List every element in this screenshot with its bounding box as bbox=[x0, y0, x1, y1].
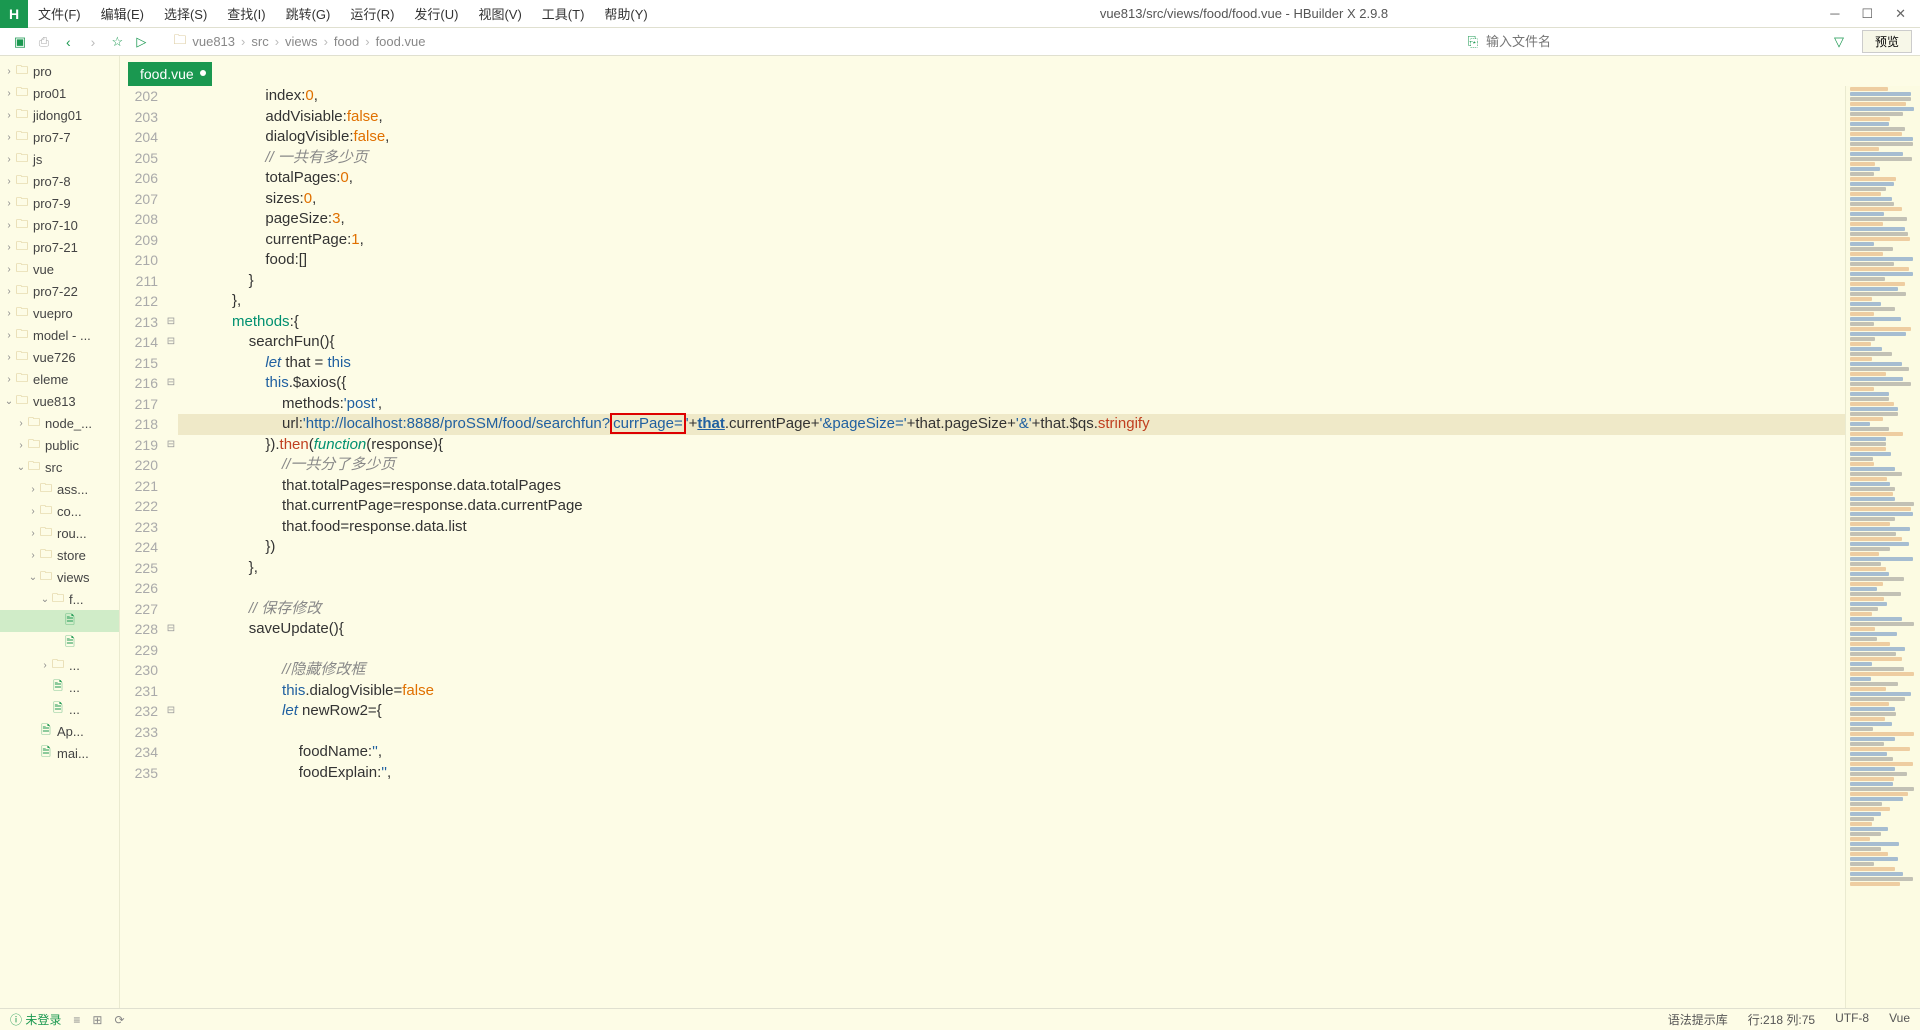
tree-item[interactable]: ›🗀pro01 bbox=[0, 82, 119, 104]
menu-publish[interactable]: 发行(U) bbox=[404, 4, 468, 23]
menu-select[interactable]: 选择(S) bbox=[154, 4, 217, 23]
statusbar: ⓘ 未登录 ≡ ⊞ ⟳ 语法提示库 行:218 列:75 UTF-8 Vue bbox=[0, 1008, 1920, 1030]
statusbar-icon-2[interactable]: ⊞ bbox=[92, 1013, 102, 1027]
project-sidebar[interactable]: ›🗀pro›🗀pro01›🗀jidong01›🗀pro7-7›🗀js›🗀pro7… bbox=[0, 56, 120, 1008]
tab-food-vue[interactable]: food.vue bbox=[128, 62, 212, 86]
language-mode[interactable]: Vue bbox=[1889, 1011, 1910, 1028]
close-icon[interactable]: ✕ bbox=[1895, 6, 1906, 22]
window-title: vue813/src/views/food/food.vue - HBuilde… bbox=[658, 6, 1830, 21]
tree-item[interactable]: 🗎... bbox=[0, 676, 119, 698]
breadcrumb-segment[interactable]: src bbox=[251, 34, 268, 49]
menu-edit[interactable]: 编辑(E) bbox=[91, 4, 154, 23]
file-search-input[interactable] bbox=[1486, 34, 1826, 49]
tree-item[interactable]: 🗎... bbox=[0, 698, 119, 720]
breadcrumb-segment[interactable]: food bbox=[334, 34, 359, 49]
tree-item[interactable]: ›🗀js bbox=[0, 148, 119, 170]
tree-item[interactable]: ⌄🗀vue813 bbox=[0, 390, 119, 412]
tree-item[interactable]: ›🗀model - ... bbox=[0, 324, 119, 346]
tree-item[interactable]: ⌄🗀f... bbox=[0, 588, 119, 610]
breadcrumb-segment[interactable]: food.vue bbox=[376, 34, 426, 49]
tree-item[interactable]: ›🗀pro7-9 bbox=[0, 192, 119, 214]
save-icon[interactable]: ⎙ bbox=[32, 34, 56, 50]
tree-item[interactable]: ⌄🗀src bbox=[0, 456, 119, 478]
line-number-gutter: 2022032042052062072082092102112122132142… bbox=[120, 86, 164, 1008]
menubar: H 文件(F) 编辑(E) 选择(S) 查找(I) 跳转(G) 运行(R) 发行… bbox=[0, 0, 1920, 28]
login-status[interactable]: ⓘ 未登录 bbox=[10, 1011, 61, 1028]
tree-item[interactable]: ›🗀pro7-8 bbox=[0, 170, 119, 192]
tree-item[interactable]: ›🗀pro7-22 bbox=[0, 280, 119, 302]
menu-view[interactable]: 视图(V) bbox=[468, 4, 531, 23]
tab-dirty-indicator bbox=[200, 70, 206, 76]
tree-item[interactable]: 🗎 bbox=[0, 610, 119, 632]
tree-item[interactable]: 🗎 bbox=[0, 632, 119, 654]
tree-item[interactable]: ›🗀pro7-7 bbox=[0, 126, 119, 148]
tree-item[interactable]: ›🗀store bbox=[0, 544, 119, 566]
nav-forward-icon[interactable]: › bbox=[81, 34, 106, 50]
tree-item[interactable]: ›🗀rou... bbox=[0, 522, 119, 544]
syntax-hint-lib[interactable]: 语法提示库 bbox=[1668, 1011, 1728, 1028]
menu-file[interactable]: 文件(F) bbox=[28, 4, 91, 23]
tree-item[interactable]: ›🗀public bbox=[0, 434, 119, 456]
tree-item[interactable]: 🗎mai... bbox=[0, 742, 119, 764]
nav-back-icon[interactable]: ‹ bbox=[56, 34, 81, 50]
fold-gutter[interactable]: ⊟⊟⊟⊟⊟⊟ bbox=[164, 86, 178, 1008]
star-icon[interactable]: ☆ bbox=[105, 34, 129, 50]
minimize-icon[interactable]: ─ bbox=[1830, 6, 1839, 22]
breadcrumb[interactable]: 🗀 vue813 › src › views › food › food.vue bbox=[173, 31, 425, 53]
breadcrumb-segment[interactable]: vue813 bbox=[192, 34, 235, 49]
statusbar-icon-3[interactable]: ⟳ bbox=[114, 1013, 124, 1027]
tree-item[interactable]: ›🗀pro7-10 bbox=[0, 214, 119, 236]
goto-file-icon[interactable]: ⎘ bbox=[1468, 34, 1478, 50]
cursor-position: 行:218 列:75 bbox=[1748, 1011, 1815, 1028]
tree-item[interactable]: ›🗀... bbox=[0, 654, 119, 676]
maximize-icon[interactable]: ☐ bbox=[1861, 6, 1873, 22]
tree-item[interactable]: 🗎Ap... bbox=[0, 720, 119, 742]
run-icon[interactable]: ▷ bbox=[129, 34, 153, 50]
tree-item[interactable]: ›🗀co... bbox=[0, 500, 119, 522]
menu-find[interactable]: 查找(I) bbox=[217, 4, 275, 23]
menu-help[interactable]: 帮助(Y) bbox=[594, 4, 657, 23]
tree-item[interactable]: ›🗀node_... bbox=[0, 412, 119, 434]
menu-run[interactable]: 运行(R) bbox=[340, 4, 404, 23]
app-logo: H bbox=[0, 0, 28, 28]
tree-item[interactable]: ›🗀vue bbox=[0, 258, 119, 280]
new-file-icon[interactable]: ▣ bbox=[8, 34, 32, 50]
breadcrumb-segment[interactable]: views bbox=[285, 34, 318, 49]
tree-item[interactable]: ›🗀ass... bbox=[0, 478, 119, 500]
tree-item[interactable]: ›🗀jidong01 bbox=[0, 104, 119, 126]
tree-item[interactable]: ›🗀pro7-21 bbox=[0, 236, 119, 258]
editor-tabs: food.vue bbox=[120, 56, 1920, 86]
tree-item[interactable]: ⌄🗀views bbox=[0, 566, 119, 588]
preview-button[interactable]: 预览 bbox=[1862, 30, 1912, 53]
toolbar: ▣ ⎙ ‹ › ☆ ▷ 🗀 vue813 › src › views › foo… bbox=[0, 28, 1920, 56]
tree-item[interactable]: ›🗀vue726 bbox=[0, 346, 119, 368]
statusbar-icon-1[interactable]: ≡ bbox=[73, 1013, 80, 1027]
filter-icon[interactable]: ▽ bbox=[1834, 34, 1844, 50]
tree-item[interactable]: ›🗀vuepro bbox=[0, 302, 119, 324]
menu-tool[interactable]: 工具(T) bbox=[532, 4, 595, 23]
tab-label: food.vue bbox=[140, 66, 194, 82]
tree-item[interactable]: ›🗀pro bbox=[0, 60, 119, 82]
minimap[interactable] bbox=[1845, 86, 1920, 1008]
code-editor[interactable]: index:0, addVisiable:false, dialogVisibl… bbox=[178, 86, 1845, 1008]
menu-goto[interactable]: 跳转(G) bbox=[276, 4, 341, 23]
encoding[interactable]: UTF-8 bbox=[1835, 1011, 1869, 1028]
tree-item[interactable]: ›🗀eleme bbox=[0, 368, 119, 390]
